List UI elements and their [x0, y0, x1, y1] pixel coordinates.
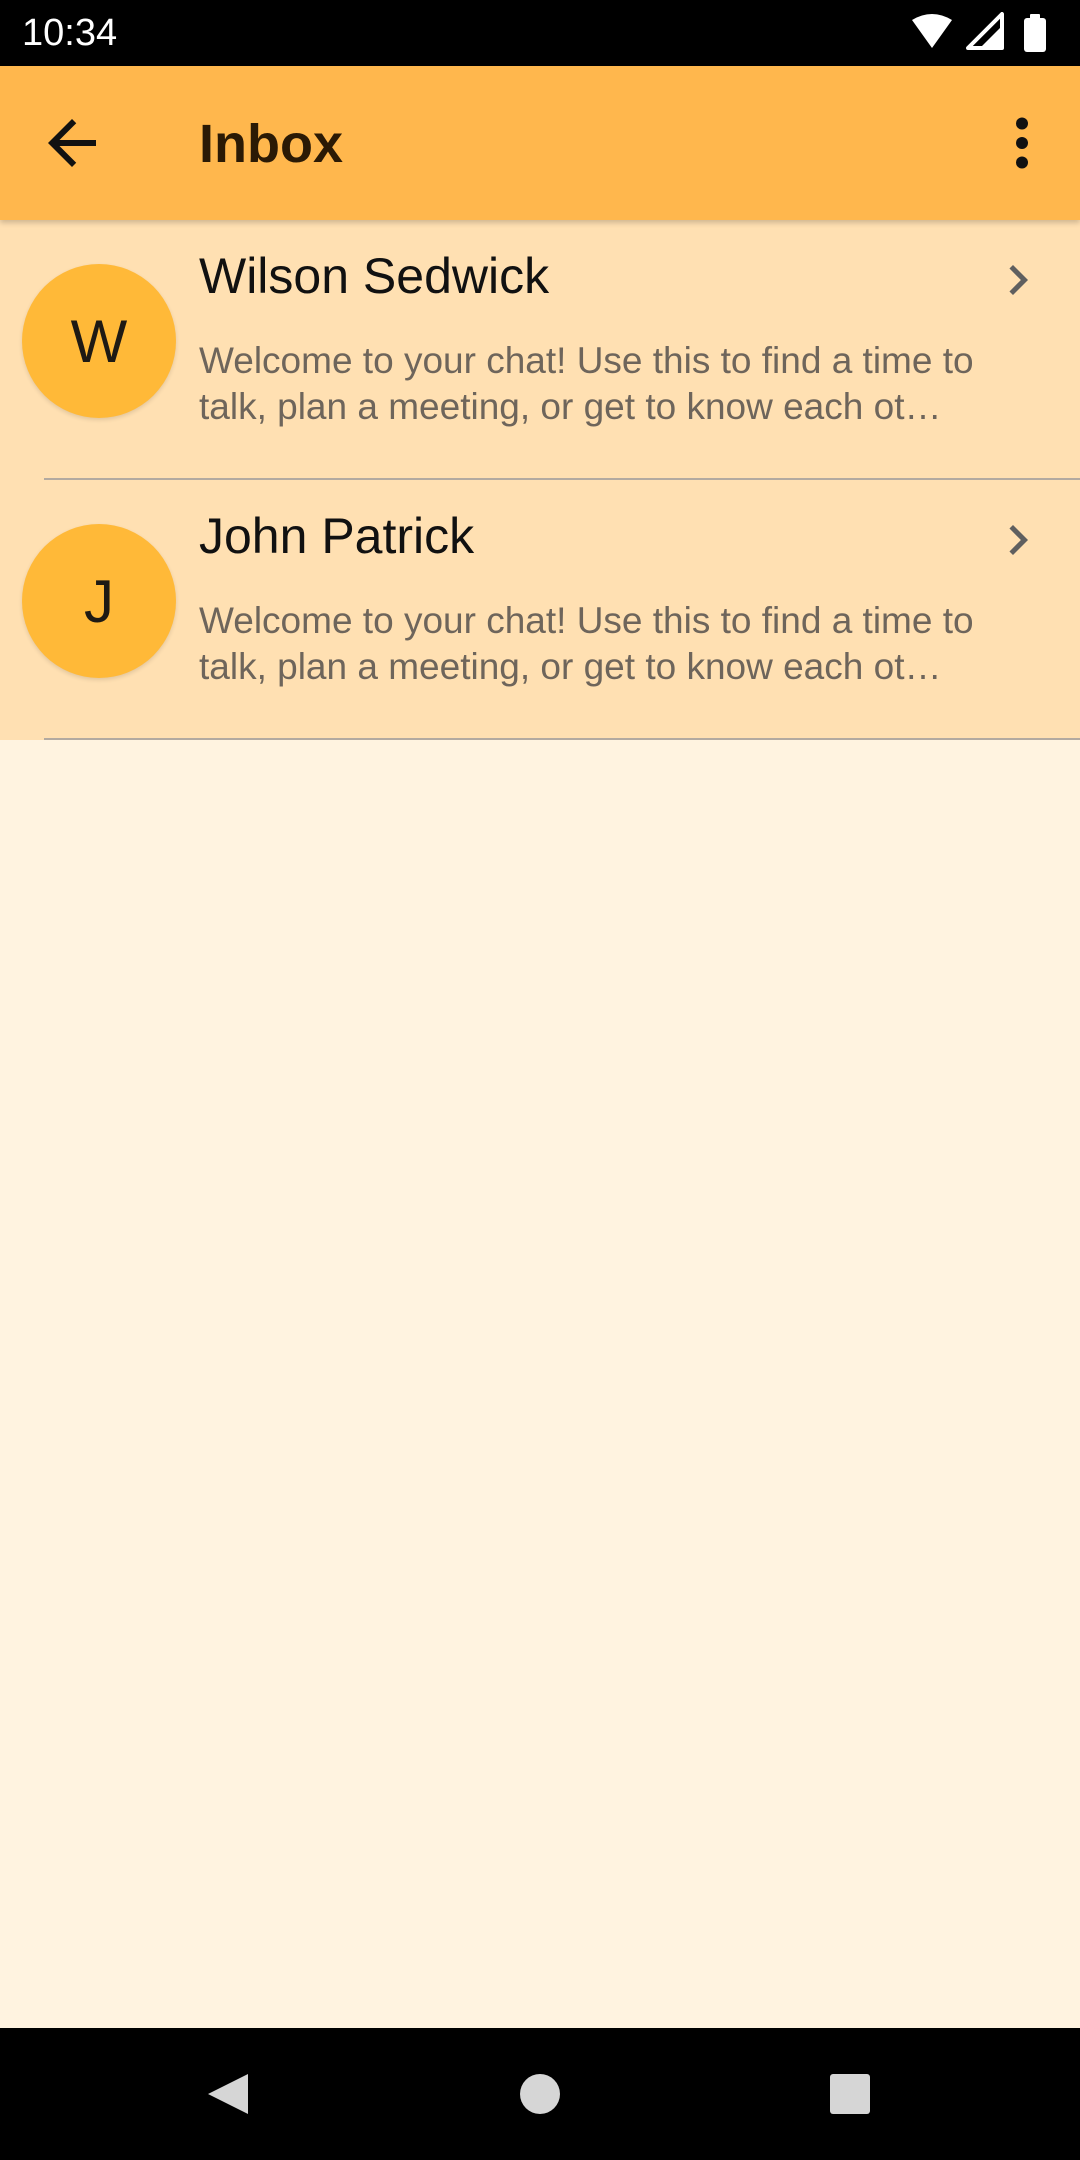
battery-icon: [1024, 18, 1046, 52]
conversation-item[interactable]: J John Patrick Welcome to your chat! Use…: [0, 480, 1080, 740]
nav-home-icon: [520, 2074, 560, 2114]
status-bar: 10:34: [0, 0, 1080, 66]
message-preview: Welcome to your chat! Use this to find a…: [199, 340, 974, 427]
navigation-bar: [0, 2028, 1080, 2160]
avatar: W: [22, 264, 176, 418]
more-vert-icon: [1016, 117, 1028, 169]
nav-home-button[interactable]: [502, 2056, 578, 2132]
arrow-back-icon: [48, 119, 96, 167]
contact-name: Wilson Sedwick: [199, 248, 550, 304]
nav-back-icon: [208, 2074, 248, 2114]
chevron-right-icon: [1009, 525, 1028, 555]
back-button[interactable]: [36, 107, 108, 179]
status-icons: [912, 12, 1046, 52]
app-bar: Inbox: [0, 66, 1080, 220]
chevron-right-icon: [1009, 265, 1028, 295]
nav-recents-button[interactable]: [812, 2056, 888, 2132]
divider: [44, 738, 1080, 740]
conversation-list: W Wilson Sedwick Welcome to your chat! U…: [0, 220, 1080, 740]
avatar: J: [22, 524, 176, 678]
status-time: 10:34: [22, 12, 118, 54]
page-title: Inbox: [199, 114, 343, 174]
conversation-item[interactable]: W Wilson Sedwick Welcome to your chat! U…: [0, 220, 1080, 480]
contact-name: John Patrick: [199, 508, 475, 564]
message-preview: Welcome to your chat! Use this to find a…: [199, 600, 974, 687]
nav-back-button[interactable]: [188, 2056, 264, 2132]
nav-recents-icon: [830, 2074, 870, 2114]
wifi-icon: [912, 14, 952, 48]
overflow-menu-button[interactable]: [986, 107, 1058, 179]
